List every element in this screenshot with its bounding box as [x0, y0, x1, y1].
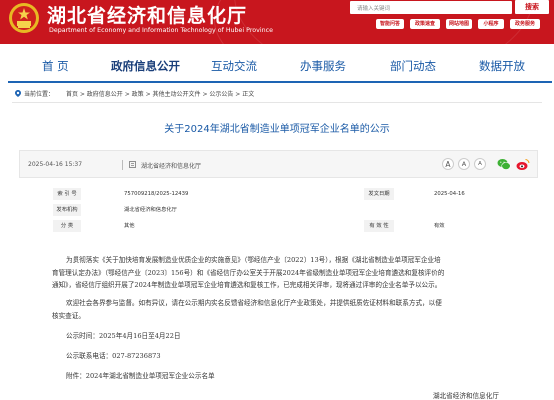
breadcrumb-announcements[interactable]: 公示公告: [209, 91, 233, 98]
nav-item-interaction[interactable]: 互动交流: [211, 58, 257, 74]
quick-link-gov-services[interactable]: 政务服务: [510, 19, 540, 29]
nav-item-services[interactable]: 办事服务: [300, 58, 346, 74]
body-paragraph-1-line-2: 育管理认定办法》（鄂经信产业〔2023〕156号）和《省经信厅办公室关于开展20…: [52, 269, 445, 277]
wechat-share-icon[interactable]: [497, 158, 511, 171]
breadcrumb-policy[interactable]: 政策: [132, 91, 144, 98]
nav-item-home[interactable]: 首 页: [42, 58, 69, 74]
location-icon: [15, 90, 21, 97]
font-size-large-button[interactable]: A: [442, 158, 454, 170]
meta-separator: [122, 160, 123, 170]
publish-date: 2025-04-16 15:37: [28, 161, 83, 168]
search-input[interactable]: 请输入关键词: [350, 1, 512, 14]
breadcrumb-separator: >: [233, 91, 243, 98]
category-label: 分 类: [53, 220, 81, 232]
article-title: 关于2024年湖北省制造业单项冠军企业名单的公示: [164, 124, 390, 135]
release-date-label: 发文日期: [364, 188, 394, 200]
nav-item-open-data[interactable]: 数据开放: [479, 58, 525, 74]
breadcrumb-separator: >: [122, 91, 132, 98]
breadcrumb-separator: >: [143, 91, 153, 98]
breadcrumb: 当前位置： 首页 > 政府信息公开 > 政策 > 其他主动公开文件 > 公示公告…: [15, 89, 254, 98]
quick-link-mini-program[interactable]: 小程序: [478, 19, 504, 29]
site-subtitle: Department of Economy and Information Te…: [49, 27, 273, 34]
site-title[interactable]: 湖北省经济和信息化厅: [47, 1, 247, 28]
contact-phone: 公示联系电话：027-87236873: [66, 352, 161, 360]
weibo-share-icon[interactable]: [516, 158, 530, 171]
breadcrumb-gov-info[interactable]: 政府信息公开: [87, 91, 123, 98]
quick-link-smart-qa[interactable]: 智能问答: [376, 19, 404, 29]
quick-link-sitemap[interactable]: 网站地图: [446, 19, 472, 29]
nav-item-gov-info[interactable]: 政府信息公开: [111, 58, 180, 74]
body-paragraph-2-line-1: 欢迎社会各界参与监督。如有异议，请在公示期内实名反馈省经济和信息化厅产业政策处，…: [66, 299, 442, 307]
issuer-value: 湖北省经济和信息化厅: [124, 207, 177, 213]
breadcrumb-separator: >: [77, 91, 87, 98]
validity-value: 有效: [434, 223, 445, 229]
breadcrumb-prefix: 当前位置：: [24, 91, 55, 98]
body-paragraph-1-line-3: 通知》，省经信厅组织开展了2024年制造业单项冠军企业培育遴选和复核工作，已完成…: [52, 281, 442, 289]
font-size-small-button[interactable]: A: [474, 158, 486, 170]
breadcrumb-current: 正文: [242, 91, 255, 98]
article-source: 湖北省经济和信息化厅: [141, 163, 202, 170]
site-header: 湖北省经济和信息化厅 Department of Economy and Inf…: [0, 0, 554, 44]
font-size-medium-button[interactable]: A: [458, 158, 470, 170]
issuer-label: 发布机构: [53, 204, 81, 216]
quick-link-policy-search[interactable]: 政策速查: [410, 19, 440, 29]
search-button[interactable]: 搜索: [515, 0, 549, 14]
breadcrumb-home[interactable]: 首页: [66, 91, 78, 98]
national-emblem-icon[interactable]: [8, 2, 40, 34]
source-icon: [129, 161, 136, 168]
category-value: 其他: [124, 223, 135, 229]
body-paragraph-1-line-1: 为贯彻落实《关于加快培育发展制造业优质企业的实施意见》（鄂经信产业〔2022〕1…: [66, 256, 441, 264]
nav-item-dept-news[interactable]: 部门动态: [390, 58, 436, 74]
nav-divider: [8, 81, 552, 83]
signature: 湖北省经济和信息化厅: [433, 392, 499, 400]
attachment-link[interactable]: 附件：2024年湖北省制造业单项冠军企业公示名单: [66, 370, 215, 380]
main-nav: 首 页 政府信息公开 互动交流 办事服务 部门动态 数据开放: [0, 44, 554, 84]
validity-label: 有 效 性: [364, 220, 394, 232]
breadcrumb-divider: [12, 102, 542, 103]
index-label: 索 引 号: [53, 188, 81, 200]
release-date-value: 2025-04-16: [434, 191, 465, 197]
article-meta-bar: 2025-04-16 15:37 湖北省经济和信息化厅 A A A: [19, 150, 538, 178]
index-value: 757009218/2025-12439: [124, 191, 189, 197]
publicity-period: 公示时间：2025年4月16日至4月22日: [66, 332, 181, 340]
breadcrumb-other-files[interactable]: 其他主动公开文件: [153, 91, 201, 98]
body-paragraph-2-line-2: 核实查证。: [52, 312, 85, 320]
